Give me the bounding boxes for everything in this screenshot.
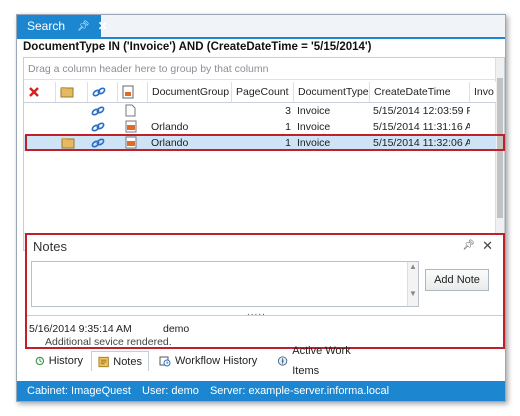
cell-document-type: Invoice <box>297 121 331 133</box>
folder-icon[interactable] <box>56 82 88 102</box>
pin-icon[interactable]: 📌︎ <box>462 240 475 251</box>
note-input[interactable]: ▲ ▼ <box>31 261 419 307</box>
tab-workflow-history-label: Workflow History <box>175 355 258 367</box>
bottom-tab-strip: History Notes Workflow History Active Wo… <box>23 345 503 377</box>
cell-page-count: 3 <box>285 105 291 117</box>
note-date: 5/16/2014 9:35:14 AM <box>29 323 132 335</box>
pdf-document-icon <box>122 135 148 151</box>
table-row[interactable]: 3 Invoice 5/15/2014 12:03:59 PM <box>24 103 496 119</box>
note-user: demo <box>163 323 190 335</box>
search-window: Search 📌︎ ✕ DocumentType IN ('Invoice') … <box>16 14 506 402</box>
col-page-count[interactable]: PageCount <box>232 82 294 102</box>
tab-search[interactable]: Search 📌︎ ✕ <box>17 15 108 37</box>
pdf-document-icon <box>122 119 148 135</box>
grid-header: DocumentGroup PageCount DocumentType Cre… <box>24 82 496 103</box>
cell-page-count: 1 <box>285 137 291 149</box>
group-by-area[interactable]: Drag a column header here to group by th… <box>24 58 496 80</box>
notes-title: Notes <box>33 239 67 254</box>
tab-notes-label: Notes <box>113 355 142 368</box>
blank-document-icon <box>122 103 148 119</box>
status-bar: Cabinet: ImageQuest User: demo Server: e… <box>17 381 505 401</box>
folder-icon <box>58 135 88 151</box>
cell-create-datetime: 5/15/2014 11:32:06 AM <box>373 137 470 149</box>
splitter-grip[interactable]: ..... <box>247 307 266 318</box>
close-icon[interactable]: ✕ <box>482 238 493 254</box>
close-icon[interactable]: ✕ <box>98 19 108 33</box>
col-invo[interactable]: Invo <box>470 82 496 102</box>
tab-history-label: History <box>48 355 83 367</box>
tab-notes[interactable]: Notes <box>91 351 149 371</box>
cell-document-type: Invoice <box>297 137 331 149</box>
search-filter-text: DocumentType IN ('Invoice') AND (CreateD… <box>23 41 372 53</box>
status-user: User: demo <box>142 385 199 397</box>
cell-create-datetime: 5/15/2014 11:31:16 AM <box>373 121 470 133</box>
vertical-scroll-thumb[interactable] <box>497 78 503 218</box>
table-row-selected[interactable]: Orlando 1 Invoice 5/15/2014 11:32:06 AM <box>24 135 496 151</box>
tab-active-work-items[interactable]: Active Work Items <box>271 345 381 377</box>
work-items-icon <box>277 356 288 366</box>
status-server: Server: example-server.informa.local <box>209 385 390 397</box>
history-icon <box>35 356 45 366</box>
cell-document-type: Invoice <box>297 105 331 117</box>
note-input-scrollbar[interactable]: ▲ ▼ <box>407 262 418 306</box>
cell-document-group <box>148 103 232 119</box>
tab-active-work-items-label: Active Work Items <box>292 345 351 377</box>
document-icon[interactable] <box>118 82 148 102</box>
cell-page-count: 1 <box>285 121 291 133</box>
cell-document-group: Orlando <box>151 121 189 133</box>
link-icon <box>88 103 118 119</box>
tab-bar: Search 📌︎ ✕ <box>17 15 505 39</box>
add-note-button[interactable]: Add Note <box>425 269 489 291</box>
cell-document-group: Orlando <box>151 137 189 149</box>
results-grid: Drag a column header here to group by th… <box>23 57 505 251</box>
link-icon[interactable] <box>88 82 118 102</box>
vertical-scrollbar[interactable] <box>495 58 504 234</box>
table-row[interactable]: Orlando 1 Invoice 5/15/2014 11:31:16 AM <box>24 119 496 135</box>
col-document-group[interactable]: DocumentGroup <box>148 82 232 102</box>
link-icon <box>88 135 118 151</box>
workflow-history-icon <box>159 356 171 367</box>
notes-panel: Notes 📌︎ ✕ ▲ ▼ Add Note ..... 5/16/2014 9… <box>25 233 505 349</box>
link-icon <box>88 119 118 135</box>
col-create-datetime[interactable]: CreateDateTime <box>370 82 470 102</box>
delete-icon[interactable] <box>24 82 56 102</box>
tab-history[interactable]: History <box>29 351 89 371</box>
tab-workflow-history[interactable]: Workflow History <box>153 351 265 371</box>
notes-divider <box>27 315 503 316</box>
tab-search-label: Search <box>27 19 66 33</box>
col-document-type[interactable]: DocumentType <box>294 82 370 102</box>
cell-create-datetime: 5/15/2014 12:03:59 PM <box>373 105 470 117</box>
status-cabinet: Cabinet: ImageQuest <box>27 385 131 397</box>
notes-icon <box>98 356 109 367</box>
pin-icon[interactable]: 📌︎ <box>77 21 90 32</box>
note-body: Additional sevice rendered. <box>45 336 172 348</box>
